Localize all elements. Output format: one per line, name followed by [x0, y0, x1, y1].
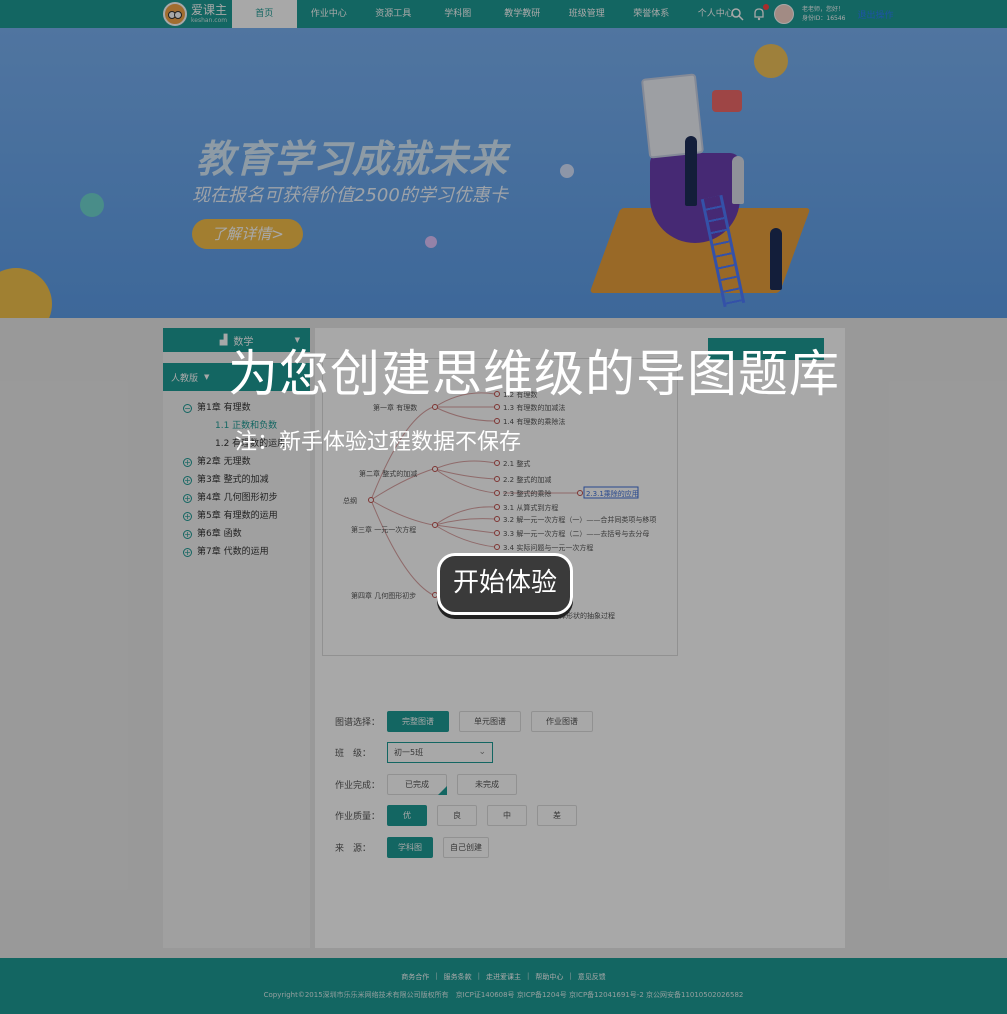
- onboarding-title: 为您创建思维级的导图题库: [228, 345, 840, 403]
- onboarding-note: 注：新手体验过程数据不保存: [235, 430, 522, 455]
- start-experience-button[interactable]: 开始体验: [437, 553, 573, 615]
- onboarding-overlay: 为您创建思维级的导图题库 注：新手体验过程数据不保存 开始体验: [0, 0, 1007, 1014]
